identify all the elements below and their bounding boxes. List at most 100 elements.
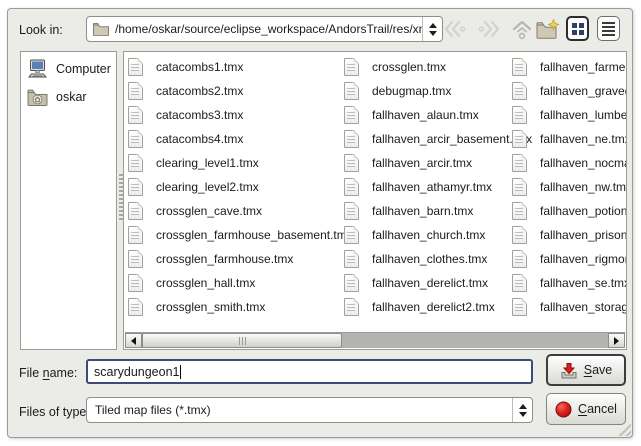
file-list: catacombs1.tmx catacombs2.tmxcatacombs3.t… (123, 51, 627, 350)
file-item[interactable]: crossglen_hall.tmx (128, 271, 342, 295)
file-list-column: catacombs1.tmx catacombs2.tmxcatacombs3.t… (128, 55, 342, 319)
document-icon (344, 106, 359, 124)
document-icon (344, 250, 359, 268)
document-icon (344, 226, 359, 244)
new-folder-button[interactable] (536, 18, 560, 40)
file-item[interactable]: fallhaven_nocma (512, 151, 627, 175)
scrollbar-thumb[interactable] (142, 333, 342, 348)
file-item[interactable]: fallhaven_arcir.tmx (344, 151, 510, 175)
document-icon (344, 154, 359, 172)
file-item-label: fallhaven_se.tmx (540, 276, 627, 290)
file-item[interactable]: fallhaven_church.tmx (344, 223, 510, 247)
spinner-down-icon (429, 31, 437, 36)
home-folder-icon (27, 89, 48, 106)
file-item[interactable]: fallhaven_prison (512, 223, 627, 247)
file-item[interactable]: catacombs3.tmx (128, 103, 342, 127)
document-icon (512, 226, 527, 244)
spinner-up-icon (429, 23, 437, 28)
document-icon (344, 130, 359, 148)
shortcut-home[interactable]: oskar (21, 83, 116, 111)
document-icon (128, 202, 143, 220)
file-item-label: clearing_level2.tmx (156, 180, 259, 194)
file-item-label: crossglen_hall.tmx (156, 276, 255, 290)
document-icon (344, 202, 359, 220)
scroll-left-icon (131, 337, 136, 345)
file-item-label: catacombs4.tmx (156, 132, 243, 146)
file-item[interactable]: fallhaven_potion (512, 199, 627, 223)
document-icon (512, 130, 527, 148)
file-item-label: fallhaven_derelict.tmx (372, 276, 488, 290)
file-item[interactable]: debugmap.tmx (344, 79, 510, 103)
save-button[interactable]: Save (546, 354, 626, 386)
up-folder-button[interactable] (511, 18, 533, 40)
file-item-label: fallhaven_arcir.tmx (372, 156, 472, 170)
document-icon (512, 58, 527, 76)
file-item-label: fallhaven_arcir_basement.tmx (372, 132, 532, 146)
combobox-spinner[interactable] (512, 398, 532, 422)
document-icon (344, 82, 359, 100)
file-item[interactable]: fallhaven_se.tmx (512, 271, 627, 295)
file-item[interactable]: fallhaven_farmer (512, 55, 627, 79)
new-folder-icon (536, 19, 560, 39)
scrollbar-track[interactable] (142, 333, 608, 348)
file-item[interactable]: fallhaven_storag (512, 295, 627, 319)
file-item[interactable]: fallhaven_derelict2.tmx (344, 295, 510, 319)
scroll-left-button[interactable] (125, 333, 142, 348)
file-item[interactable]: fallhaven_clothes.tmx (344, 247, 510, 271)
file-item-label: fallhaven_lumber (540, 108, 627, 122)
file-item[interactable]: fallhaven_rigmor (512, 247, 627, 271)
file-item[interactable]: clearing_level2.tmx (128, 175, 342, 199)
document-icon (512, 250, 527, 268)
file-item-label: catacombs1.tmx (156, 60, 243, 74)
cancel-button[interactable]: Cancel (546, 393, 626, 425)
list-view-icon (602, 22, 615, 36)
file-item[interactable]: fallhaven_alaun.tmx (344, 103, 510, 127)
look-in-label: Look in: (19, 17, 63, 43)
back-icon (442, 19, 466, 39)
file-item[interactable]: fallhaven_derelict.tmx (344, 271, 510, 295)
file-item[interactable]: crossglen.tmx (344, 55, 510, 79)
document-icon (344, 274, 359, 292)
file-item[interactable]: fallhaven_arcir_basement.tmx (344, 127, 510, 151)
document-icon (512, 154, 527, 172)
file-item[interactable]: fallhaven_lumber (512, 103, 627, 127)
list-view-button[interactable] (597, 16, 620, 41)
file-item[interactable]: fallhaven_athamyr.tmx (344, 175, 510, 199)
file-item[interactable]: crossglen_cave.tmx (128, 199, 342, 223)
grid-view-button[interactable] (566, 16, 589, 41)
back-button[interactable] (442, 18, 466, 40)
up-folder-icon (511, 19, 533, 40)
look-in-combobox[interactable]: /home/oskar/source/eclipse_workspace/And… (86, 16, 443, 42)
forward-button[interactable] (478, 18, 502, 40)
file-type-combobox[interactable]: Tiled map files (*.tmx) (86, 397, 533, 423)
file-item-label: crossglen_farmhouse_basement.tmx (156, 228, 353, 242)
horizontal-scrollbar[interactable] (125, 332, 625, 348)
file-item[interactable]: crossglen_farmhouse.tmx (128, 247, 342, 271)
spinner-up-icon (519, 404, 527, 409)
file-item[interactable]: fallhaven_graved (512, 79, 627, 103)
spinner-down-icon (519, 412, 527, 417)
file-item[interactable]: catacombs2.tmx (128, 79, 342, 103)
file-item[interactable]: crossglen_farmhouse_basement.tmx (128, 223, 342, 247)
file-item-label: crossglen_cave.tmx (156, 204, 262, 218)
combobox-spinner[interactable] (422, 17, 442, 41)
file-item-label: fallhaven_potion (540, 204, 627, 218)
file-item[interactable]: fallhaven_nw.tmx (512, 175, 627, 199)
file-item[interactable]: catacombs1.tmx (128, 55, 342, 79)
scroll-right-button[interactable] (608, 333, 625, 348)
file-item[interactable]: catacombs4.tmx (128, 127, 342, 151)
document-icon (512, 298, 527, 316)
file-item-label: fallhaven_prison (540, 228, 627, 242)
file-item[interactable]: fallhaven_ne.tmx (512, 127, 627, 151)
document-icon (512, 202, 527, 220)
file-item-label: clearing_level1.tmx (156, 156, 259, 170)
shortcut-label: oskar (56, 90, 87, 104)
file-item-label: fallhaven_barn.tmx (372, 204, 473, 218)
file-name-input[interactable]: scarydungeon1 (86, 359, 533, 384)
file-item[interactable]: crossglen_smith.tmx (128, 295, 342, 319)
shortcut-computer[interactable]: Computer (21, 55, 116, 83)
file-item[interactable]: fallhaven_barn.tmx (344, 199, 510, 223)
grid-view-icon (572, 23, 584, 35)
file-item-label: fallhaven_ne.tmx (540, 132, 627, 146)
file-item[interactable]: clearing_level1.tmx (128, 151, 342, 175)
